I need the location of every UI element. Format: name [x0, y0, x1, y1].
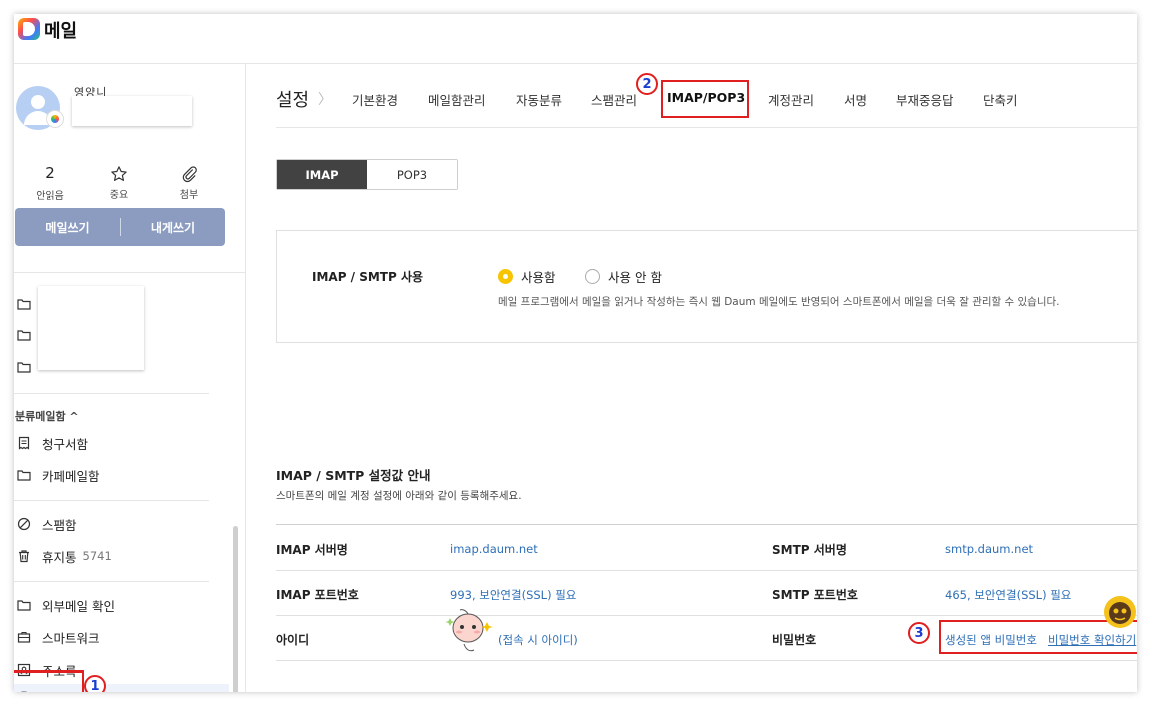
folder-icon [17, 468, 31, 482]
sidebar-scrollbar[interactable] [233, 526, 238, 692]
radio-use-label: 사용함 [521, 270, 556, 285]
smtp-port-label: SMTP 포트번호 [772, 588, 858, 602]
smtp-server-label: SMTP 서버명 [772, 543, 847, 557]
chevron-right-icon: 〉 [318, 92, 332, 108]
guide-title: IMAP / SMTP 설정값 안내 [276, 468, 431, 483]
folder-icon [17, 297, 31, 311]
compose-bar: 메일쓰기 내게쓰기 [15, 208, 225, 246]
smtp-port-value: 465, 보안연결(SSL) 필요 [945, 588, 1072, 602]
smtp-server-value: smtp.daum.net [945, 542, 1034, 556]
guide-subtitle: 스마트폰의 메일 계정 설정에 아래와 같이 등록해주세요. [276, 490, 522, 502]
category-header[interactable]: 분류메일함 ^ [15, 408, 79, 424]
mailbox-label: 휴지통 [42, 549, 77, 565]
mailbox-bills[interactable]: 청구서함 [17, 433, 88, 453]
write-to-self-button[interactable]: 내게쓰기 [121, 208, 225, 246]
daum-logo-icon[interactable] [18, 18, 40, 40]
tab-general[interactable]: 기본환경 [352, 90, 398, 109]
protocol-toggle: IMAP POP3 [276, 159, 458, 190]
divider [14, 272, 246, 273]
mailbox-spam[interactable]: 스팸함 [17, 514, 77, 534]
radio-unselected-icon [585, 269, 600, 284]
id-value: (접속 시 아이디) [498, 633, 578, 647]
daum-badge-icon [46, 110, 64, 128]
trash-count: 5741 [82, 549, 112, 563]
imap-usage-label: IMAP / SMTP 사용 [312, 270, 424, 284]
annotation-badge-1: 1 [84, 675, 106, 692]
annotation-box-1 [14, 670, 84, 692]
sidebar: 영양니 2 안읽음 중요 첨부 메일쓰기 내게쓰기 분류메일함 ^ 청구서함 카… [14, 64, 246, 692]
mailbox-external[interactable]: 외부메일 확인 [17, 595, 115, 615]
radio-use[interactable]: 사용함 [498, 267, 556, 286]
tab-mailbox-manage[interactable]: 메일함관리 [428, 90, 486, 109]
tab-shortcuts[interactable]: 단축키 [983, 90, 1018, 109]
password-label: 비밀번호 [772, 633, 817, 647]
page-title: 설정 [276, 90, 310, 111]
imap-port-value: 993, 보안연결(SSL) 필요 [450, 588, 577, 602]
folder-icon [17, 598, 31, 612]
mailbox-trash[interactable]: 휴지통 5741 [17, 546, 112, 566]
pop3-toggle-button[interactable]: POP3 [367, 160, 457, 189]
tab-out-of-office[interactable]: 부재중응답 [896, 90, 954, 109]
trash-icon [17, 549, 31, 563]
annotation-badge-2: 2 [636, 73, 658, 95]
mailbox-label: 스팸함 [42, 517, 77, 533]
mailbox-smartwork[interactable]: 스마트워크 [17, 627, 100, 647]
unread-label: 안읽음 [36, 191, 64, 202]
stat-important[interactable]: 중요 [99, 164, 139, 201]
annotation-box-2 [661, 80, 749, 118]
emoji-sticker-icon [1104, 596, 1136, 628]
redaction-box [72, 96, 192, 126]
mailbox-cafe[interactable]: 카페메일함 [17, 465, 100, 485]
id-label: 아이디 [276, 633, 310, 647]
tab-signature[interactable]: 서명 [844, 90, 867, 109]
imap-server-label: IMAP 서버명 [276, 543, 348, 557]
folder-icon [17, 328, 31, 342]
imap-port-label: IMAP 포트번호 [276, 588, 359, 602]
write-mail-button[interactable]: 메일쓰기 [15, 208, 120, 246]
receipt-icon [17, 436, 31, 450]
imap-server-value: imap.daum.net [450, 542, 538, 556]
important-label: 중요 [109, 190, 129, 201]
tab-account[interactable]: 계정관리 [768, 90, 814, 109]
imap-usage-panel: IMAP / SMTP 사용 사용함 사용 안 함 메일 프로그램에서 메일을 … [276, 230, 1137, 343]
imap-toggle-button[interactable]: IMAP [277, 160, 367, 189]
radio-not-use[interactable]: 사용 안 함 [585, 267, 662, 286]
settings-content: 설정 〉 기본환경 메일함관리 자동분류 스팸관리 IMAP/POP3 계정관리… [246, 64, 1137, 692]
folder-icon [17, 360, 31, 374]
tab-spam[interactable]: 스팸관리 [591, 90, 637, 109]
mailbox-label: 스마트워크 [42, 630, 100, 646]
radio-not-use-label: 사용 안 함 [608, 270, 662, 285]
stat-unread[interactable]: 2 안읽음 [30, 164, 70, 202]
briefcase-icon [17, 630, 31, 644]
imap-usage-description: 메일 프로그램에서 메일을 읽거나 작성하는 즉시 웹 Daum 메일에도 반영… [498, 296, 1060, 308]
star-icon [111, 166, 127, 181]
peach-sticker-icon [445, 609, 493, 652]
paperclip-icon [182, 166, 197, 183]
tab-auto-sort[interactable]: 자동분류 [516, 90, 562, 109]
mailbox-label: 청구서함 [42, 436, 89, 452]
top-bar: 메일 [14, 14, 1137, 64]
radio-selected-icon [498, 269, 513, 284]
app-brand[interactable]: 메일 [44, 17, 77, 43]
mail-window: 메일 영양니 2 안읽음 중요 첨부 메일쓰기 내게쓰기 분류메일함 ^ 청구서… [14, 14, 1137, 692]
block-icon [17, 517, 31, 531]
mailbox-label: 카페메일함 [42, 468, 100, 484]
attachment-label: 첨부 [179, 190, 199, 201]
divider [276, 127, 1137, 128]
mailbox-label: 외부메일 확인 [42, 598, 115, 614]
stat-attachment[interactable]: 첨부 [169, 164, 209, 201]
redaction-box [38, 286, 144, 370]
unread-count: 2 [45, 164, 55, 182]
annotation-badge-3: 3 [908, 622, 930, 644]
